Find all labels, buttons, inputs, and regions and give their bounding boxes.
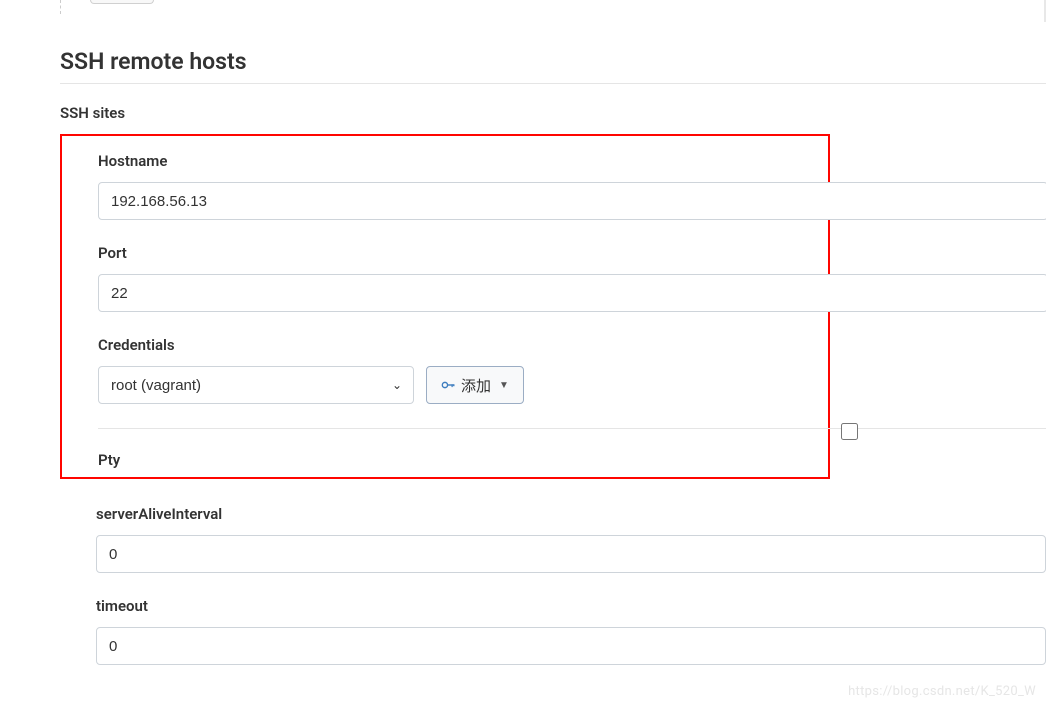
credentials-label: Credentials bbox=[98, 336, 828, 354]
section-divider bbox=[60, 83, 1046, 84]
top-fragment bbox=[60, 10, 1046, 30]
hostname-field: Hostname bbox=[62, 152, 828, 220]
port-input[interactable] bbox=[98, 274, 1046, 312]
timeout-label: timeout bbox=[96, 597, 1046, 615]
credentials-field: Credentials root (vagrant) ⌄ bbox=[62, 336, 828, 404]
section-title: SSH remote hosts bbox=[60, 48, 1046, 75]
server-alive-interval-label: serverAliveInterval bbox=[96, 505, 1046, 523]
port-field: Port bbox=[62, 244, 828, 312]
timeout-field: timeout bbox=[96, 597, 1046, 665]
credentials-select[interactable]: root (vagrant) bbox=[98, 366, 414, 404]
port-label: Port bbox=[98, 244, 828, 262]
hostname-label: Hostname bbox=[98, 152, 828, 170]
add-credentials-label: 添加 bbox=[461, 375, 491, 396]
watermark: https://blog.csdn.net/K_520_W bbox=[848, 684, 1036, 699]
server-alive-interval-field: serverAliveInterval bbox=[96, 505, 1046, 573]
caret-down-icon: ▼ bbox=[499, 380, 509, 391]
hostname-input[interactable] bbox=[98, 182, 1046, 220]
server-alive-interval-input[interactable] bbox=[96, 535, 1046, 573]
subsection-label: SSH sites bbox=[60, 104, 1046, 122]
config-form: SSH remote hosts SSH sites Hostname Port… bbox=[0, 0, 1046, 665]
pty-label: Pty bbox=[98, 451, 120, 469]
highlighted-ssh-site-block: Hostname Port Credentials root (vagrant)… bbox=[60, 134, 830, 479]
add-credentials-button[interactable]: 添加 ▼ bbox=[426, 366, 524, 404]
inner-divider bbox=[98, 428, 1046, 429]
key-icon bbox=[441, 378, 455, 392]
timeout-input[interactable] bbox=[96, 627, 1046, 665]
pty-field: Pty bbox=[62, 437, 828, 467]
pty-checkbox[interactable] bbox=[841, 423, 858, 440]
